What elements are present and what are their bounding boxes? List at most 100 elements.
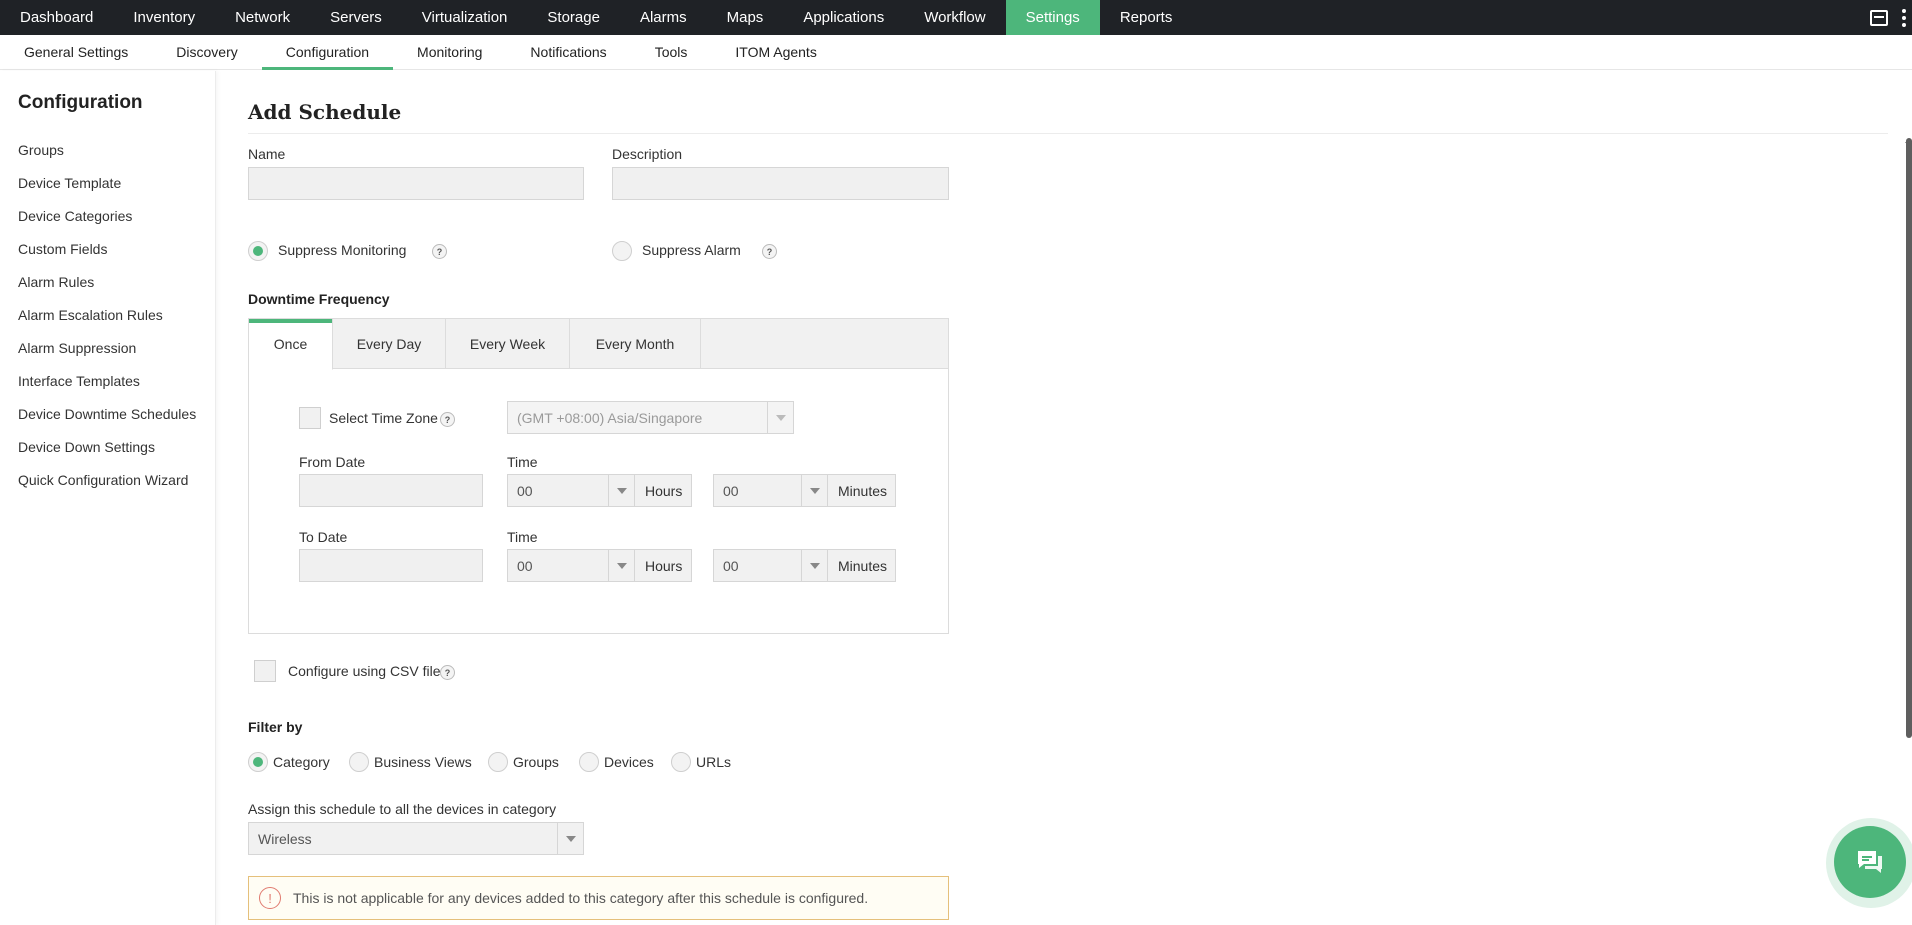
to-minutes-select[interactable]: 00 — [713, 549, 828, 582]
nav-alarms[interactable]: Alarms — [620, 0, 707, 35]
csv-label: Configure using CSV file — [288, 663, 441, 679]
chevron-down-icon — [608, 550, 634, 581]
tab-discovery[interactable]: Discovery — [152, 35, 261, 69]
screen-capture-icon[interactable] — [1870, 9, 1888, 26]
tab-itom-agents[interactable]: ITOM Agents — [711, 35, 840, 69]
notice-text: This is not applicable for any devices a… — [293, 890, 869, 906]
nav-inventory[interactable]: Inventory — [113, 0, 215, 35]
tab-notifications[interactable]: Notifications — [506, 35, 630, 69]
to-time-label: Time — [507, 529, 538, 545]
tab-every-week[interactable]: Every Week — [446, 319, 570, 369]
filter-urls-radio[interactable] — [671, 752, 691, 772]
to-hours-select[interactable]: 00 — [507, 549, 635, 582]
filter-by-heading: Filter by — [248, 719, 303, 735]
tab-every-day[interactable]: Every Day — [333, 319, 446, 369]
from-minutes-value: 00 — [723, 482, 739, 499]
filter-devices-label: Devices — [604, 754, 654, 770]
top-nav: Dashboard Inventory Network Servers Virt… — [0, 0, 1912, 35]
from-hours-unit: Hours — [635, 474, 692, 507]
category-select[interactable]: Wireless — [248, 822, 584, 855]
sidebar-item-device-down-settings[interactable]: Device Down Settings — [0, 431, 215, 464]
to-date-input[interactable] — [299, 549, 483, 582]
sidebar-item-interface-templates[interactable]: Interface Templates — [0, 365, 215, 398]
sidebar-title: Configuration — [18, 92, 143, 113]
tab-configuration[interactable]: Configuration — [261, 35, 394, 70]
suppress-monitoring-radio[interactable] — [248, 241, 268, 261]
help-icon[interactable]: ? — [440, 412, 455, 427]
nav-servers[interactable]: Servers — [310, 0, 402, 35]
csv-checkbox[interactable] — [254, 660, 276, 682]
filter-groups-label: Groups — [513, 754, 559, 770]
from-minutes-select[interactable]: 00 — [713, 474, 828, 507]
sidebar: Configuration Groups Device Template Dev… — [0, 71, 216, 925]
nav-applications[interactable]: Applications — [783, 0, 904, 35]
help-icon[interactable]: ? — [762, 244, 777, 259]
time-zone-value: (GMT +08:00) Asia/Singapore — [517, 409, 703, 426]
chevron-down-icon — [801, 550, 827, 581]
filter-groups-radio[interactable] — [488, 752, 508, 772]
from-hours-value: 00 — [517, 482, 533, 499]
chevron-down-icon — [801, 475, 827, 506]
tab-tools[interactable]: Tools — [631, 35, 712, 69]
chat-button[interactable] — [1834, 826, 1906, 898]
to-hours-unit: Hours — [635, 549, 692, 582]
from-minutes-unit: Minutes — [828, 474, 896, 507]
nav-workflow[interactable]: Workflow — [904, 0, 1005, 35]
sidebar-item-alarm-rules[interactable]: Alarm Rules — [0, 266, 215, 299]
sidebar-item-custom-fields[interactable]: Custom Fields — [0, 233, 215, 266]
sidebar-item-quick-configuration-wizard[interactable]: Quick Configuration Wizard — [0, 464, 215, 497]
chat-icon — [1858, 851, 1882, 873]
nav-network[interactable]: Network — [215, 0, 310, 35]
filter-category-label: Category — [273, 754, 330, 770]
sidebar-item-alarm-suppression[interactable]: Alarm Suppression — [0, 332, 215, 365]
filter-urls-label: URLs — [696, 754, 732, 770]
to-hours-value: 00 — [517, 557, 533, 574]
nav-dashboard[interactable]: Dashboard — [0, 0, 113, 35]
help-icon[interactable]: ? — [432, 244, 447, 259]
chevron-down-icon — [767, 402, 793, 433]
suppress-alarm-radio[interactable] — [612, 241, 632, 261]
time-zone-select[interactable]: (GMT +08:00) Asia/Singapore — [507, 401, 794, 434]
tab-monitoring[interactable]: Monitoring — [393, 35, 506, 69]
chevron-down-icon — [557, 823, 583, 854]
from-hours-select[interactable]: 00 — [507, 474, 635, 507]
tab-once[interactable]: Once — [249, 319, 333, 370]
main-content: Add Schedule Name Description Suppress M… — [248, 71, 1888, 925]
select-time-zone-checkbox[interactable] — [299, 407, 321, 429]
category-value: Wireless — [258, 830, 312, 847]
title-divider — [248, 133, 1888, 134]
from-date-input[interactable] — [299, 474, 483, 507]
scrollbar-thumb[interactable] — [1906, 138, 1912, 738]
sidebar-item-device-downtime-schedules[interactable]: Device Downtime Schedules — [0, 398, 215, 431]
frequency-panel: Once Every Day Every Week Every Month Se… — [248, 318, 949, 634]
tab-every-month[interactable]: Every Month — [570, 319, 701, 369]
from-time-label: Time — [507, 454, 538, 470]
nav-reports[interactable]: Reports — [1100, 0, 1193, 35]
name-input[interactable] — [248, 167, 584, 200]
sidebar-item-device-categories[interactable]: Device Categories — [0, 200, 215, 233]
nav-settings[interactable]: Settings — [1005, 0, 1100, 35]
tab-general-settings[interactable]: General Settings — [0, 35, 152, 69]
topnav-right-tools — [1870, 0, 1912, 35]
frequency-tabs: Once Every Day Every Week Every Month — [249, 319, 948, 370]
nav-virtualization[interactable]: Virtualization — [402, 0, 528, 35]
filter-category-radio[interactable] — [248, 752, 268, 772]
nav-storage[interactable]: Storage — [527, 0, 620, 35]
help-icon[interactable]: ? — [440, 665, 455, 680]
kebab-menu-icon[interactable] — [1902, 8, 1906, 27]
to-date-label: To Date — [299, 529, 348, 545]
warning-icon: ! — [259, 887, 281, 909]
assign-label: Assign this schedule to all the devices … — [248, 801, 557, 817]
select-time-zone-label: Select Time Zone — [329, 410, 438, 426]
sidebar-item-device-template[interactable]: Device Template — [0, 167, 215, 200]
sidebar-item-groups[interactable]: Groups — [0, 134, 215, 167]
to-minutes-value: 00 — [723, 557, 739, 574]
description-input[interactable] — [612, 167, 949, 200]
sidebar-menu: Groups Device Template Device Categories… — [0, 134, 215, 497]
nav-maps[interactable]: Maps — [707, 0, 784, 35]
filter-business-views-radio[interactable] — [349, 752, 369, 772]
suppress-alarm-label: Suppress Alarm — [642, 242, 741, 258]
description-label: Description — [612, 146, 683, 162]
filter-devices-radio[interactable] — [579, 752, 599, 772]
sidebar-item-alarm-escalation-rules[interactable]: Alarm Escalation Rules — [0, 299, 215, 332]
